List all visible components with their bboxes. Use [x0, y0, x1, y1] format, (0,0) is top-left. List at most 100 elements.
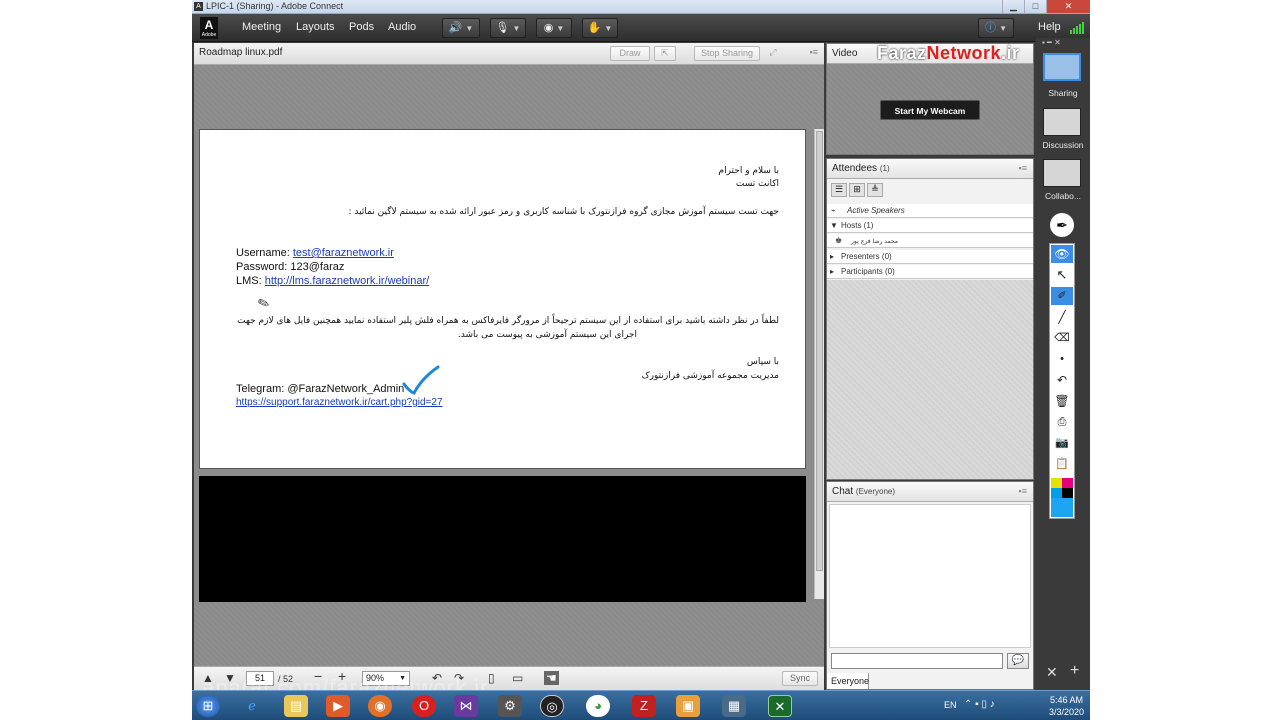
grid-view-icon[interactable]: ⊞	[849, 183, 865, 197]
undo-icon[interactable]: ↶	[1051, 371, 1073, 389]
window-titlebar[interactable]: A LPIC-1 (Sharing) - Adobe Connect ▁ □ ✕	[192, 0, 1090, 14]
chat-pod-header: Chat (Everyone) ▪≡	[827, 482, 1033, 502]
brand-watermark: FarazNetwork.ir	[877, 43, 1020, 63]
info-button[interactable]: ⓘ ▼	[978, 18, 1014, 38]
line-tool-icon[interactable]: ╱	[1051, 308, 1073, 326]
selected-color-swatch[interactable]	[1051, 498, 1073, 517]
pod-menu-icon[interactable]: ▪≡	[1019, 163, 1027, 173]
doc-telegram: Telegram: @FarazNetwork_Admin	[236, 383, 405, 395]
pointer-arrow-icon[interactable]: ↖	[1051, 266, 1073, 284]
pod-menu-icon[interactable]: ▪≡	[1019, 486, 1027, 496]
start-button-icon[interactable]: ⊞	[196, 695, 220, 717]
network-tool-icon[interactable]: ⚙	[498, 695, 522, 717]
tray-icons[interactable]: ⌃ ▪ ▯ ♪	[964, 699, 995, 710]
sync-view-button[interactable]: ⇱	[654, 46, 676, 61]
trash-icon[interactable]: 🗑	[1051, 392, 1073, 410]
dot-size-icon[interactable]: •	[1051, 350, 1073, 368]
media-player-icon[interactable]: ▶	[326, 695, 350, 717]
two-page-icon[interactable]: ▭	[512, 671, 523, 685]
presenters-row[interactable]: ▸ Presenters (0)	[827, 250, 1033, 264]
system-clock[interactable]: 5:46 AM 3/3/2020	[1049, 694, 1084, 718]
pod-menu-icon[interactable]: ▪≡	[810, 47, 818, 57]
username-link[interactable]: test@faraznetwork.ir	[293, 247, 394, 259]
lms-link[interactable]: http://lms.faraznetwork.ir/webinar/	[265, 275, 429, 287]
panel-handle-icon: ▪ ━ ✕	[1042, 38, 1061, 47]
status-view-icon[interactable]: ≜	[867, 183, 883, 197]
chevron-down-icon: ▼	[830, 221, 838, 230]
color-magenta-swatch[interactable]	[1062, 478, 1073, 488]
eraser-icon[interactable]: ⌫	[1051, 329, 1073, 347]
eye-icon[interactable]: 👁	[1051, 245, 1073, 263]
participants-row[interactable]: ▸ Participants (0)	[827, 265, 1033, 279]
sync-button[interactable]: Sync	[782, 671, 818, 686]
file-explorer-icon[interactable]: ▤	[284, 695, 308, 717]
hand-tool-icon[interactable]: ☚	[544, 671, 559, 685]
folder-icon[interactable]: ▣	[676, 695, 700, 717]
webcam-button[interactable]: ◉ ▼	[536, 18, 572, 38]
speaker-button[interactable]: 🔊 ▼	[442, 18, 480, 38]
raise-hand-button[interactable]: ✋ ▼	[582, 18, 618, 38]
menu-help[interactable]: Help	[1038, 21, 1061, 33]
color-cyan-swatch[interactable]	[1051, 488, 1062, 498]
chat-send-button[interactable]: 💬	[1007, 653, 1029, 669]
menu-audio[interactable]: Audio	[388, 21, 416, 33]
layout-discussion-label: Discussion	[1042, 140, 1084, 150]
scrollbar-thumb[interactable]	[816, 131, 823, 571]
camera-icon[interactable]: 📷	[1051, 434, 1073, 452]
microphone-icon: ⌁	[831, 206, 836, 215]
info-icon: ⓘ	[985, 22, 996, 34]
layout-collaboration-thumb[interactable]	[1043, 159, 1081, 187]
language-indicator[interactable]: EN	[944, 700, 957, 710]
doc-intro: جهت تست سیستم آموزش مجازی گروه فرازنتورک…	[348, 207, 779, 217]
menu-pods[interactable]: Pods	[349, 21, 374, 33]
chrome-icon[interactable]: ◕	[586, 695, 610, 717]
menubar: A Adobe Meeting Layouts Pods Audio 🔊 ▼ 🎙 …	[192, 14, 1090, 42]
chevron-down-icon: ▼	[512, 24, 521, 33]
clipboard-icon[interactable]: 📋	[1051, 455, 1073, 473]
active-speakers-row: ⌁ Active Speakers	[827, 204, 1033, 218]
visual-studio-icon[interactable]: ⋈	[454, 695, 478, 717]
video-pod: Video Start My Webcam FarazNetwork.ir	[826, 43, 1034, 155]
remote-desktop-icon[interactable]: ▦	[722, 695, 746, 717]
list-view-icon[interactable]: ☰	[831, 183, 847, 197]
draw-button[interactable]: Draw	[610, 46, 650, 61]
minimize-button[interactable]: ▁	[1002, 0, 1024, 13]
firefox-icon[interactable]: ◉	[368, 695, 392, 717]
color-black-swatch[interactable]	[1062, 488, 1073, 498]
pen-nib-icon[interactable]: ✒	[1050, 213, 1074, 237]
share-pod: Roadmap linux.pdf Draw ⇱ Stop Sharing ⤢ …	[194, 43, 824, 690]
speaker-icon: 🔊	[448, 22, 463, 34]
menu-layouts[interactable]: Layouts	[296, 21, 335, 33]
layout-discussion-thumb[interactable]	[1043, 108, 1081, 136]
video-area: Start My Webcam	[827, 64, 1033, 154]
filezilla-icon[interactable]: Z	[632, 695, 656, 717]
highlighter-icon[interactable]: ✐	[1051, 287, 1073, 305]
add-icon[interactable]: +	[1070, 662, 1079, 680]
stamp-icon[interactable]: ⎙	[1051, 413, 1073, 431]
stop-sharing-button[interactable]: Stop Sharing	[694, 46, 760, 61]
microphone-button[interactable]: 🎙 ▼	[490, 18, 526, 38]
app-icon: A	[194, 2, 203, 11]
chat-input[interactable]	[831, 653, 1003, 669]
support-link[interactable]: https://support.faraznetwork.ir/cart.php…	[236, 397, 443, 408]
collapse-icon[interactable]: ✕	[1046, 664, 1058, 681]
terminal-icon[interactable]: ✕	[768, 695, 792, 717]
close-button[interactable]: ✕	[1046, 0, 1090, 13]
layout-sharing-thumb[interactable]	[1043, 53, 1081, 81]
opera-icon[interactable]: O	[412, 695, 436, 717]
chat-recipient-tab[interactable]: Everyone	[827, 673, 869, 689]
start-webcam-button[interactable]: Start My Webcam	[880, 100, 980, 120]
maximize-button[interactable]: □	[1024, 0, 1046, 13]
fullscreen-icon[interactable]: ⤢	[764, 46, 782, 61]
share-scrollbar[interactable]	[814, 129, 824, 599]
menu-meeting[interactable]: Meeting	[242, 21, 281, 33]
color-yellow-swatch[interactable]	[1051, 478, 1062, 488]
share-pod-header: Roadmap linux.pdf Draw ⇱ Stop Sharing ⤢ …	[194, 43, 824, 65]
single-page-icon[interactable]: ▯	[488, 671, 495, 685]
host-attendee-row[interactable]: ♚ محمد رضا فرج پور	[827, 234, 1033, 248]
speech-bubble-icon: 💬	[1011, 655, 1025, 666]
webcam-icon: ◉	[543, 22, 554, 34]
adobe-connect-task-icon[interactable]: ◎	[540, 695, 564, 717]
hosts-row[interactable]: ▼ Hosts (1)	[827, 219, 1033, 233]
internet-explorer-icon[interactable]: ℯ	[240, 695, 264, 717]
